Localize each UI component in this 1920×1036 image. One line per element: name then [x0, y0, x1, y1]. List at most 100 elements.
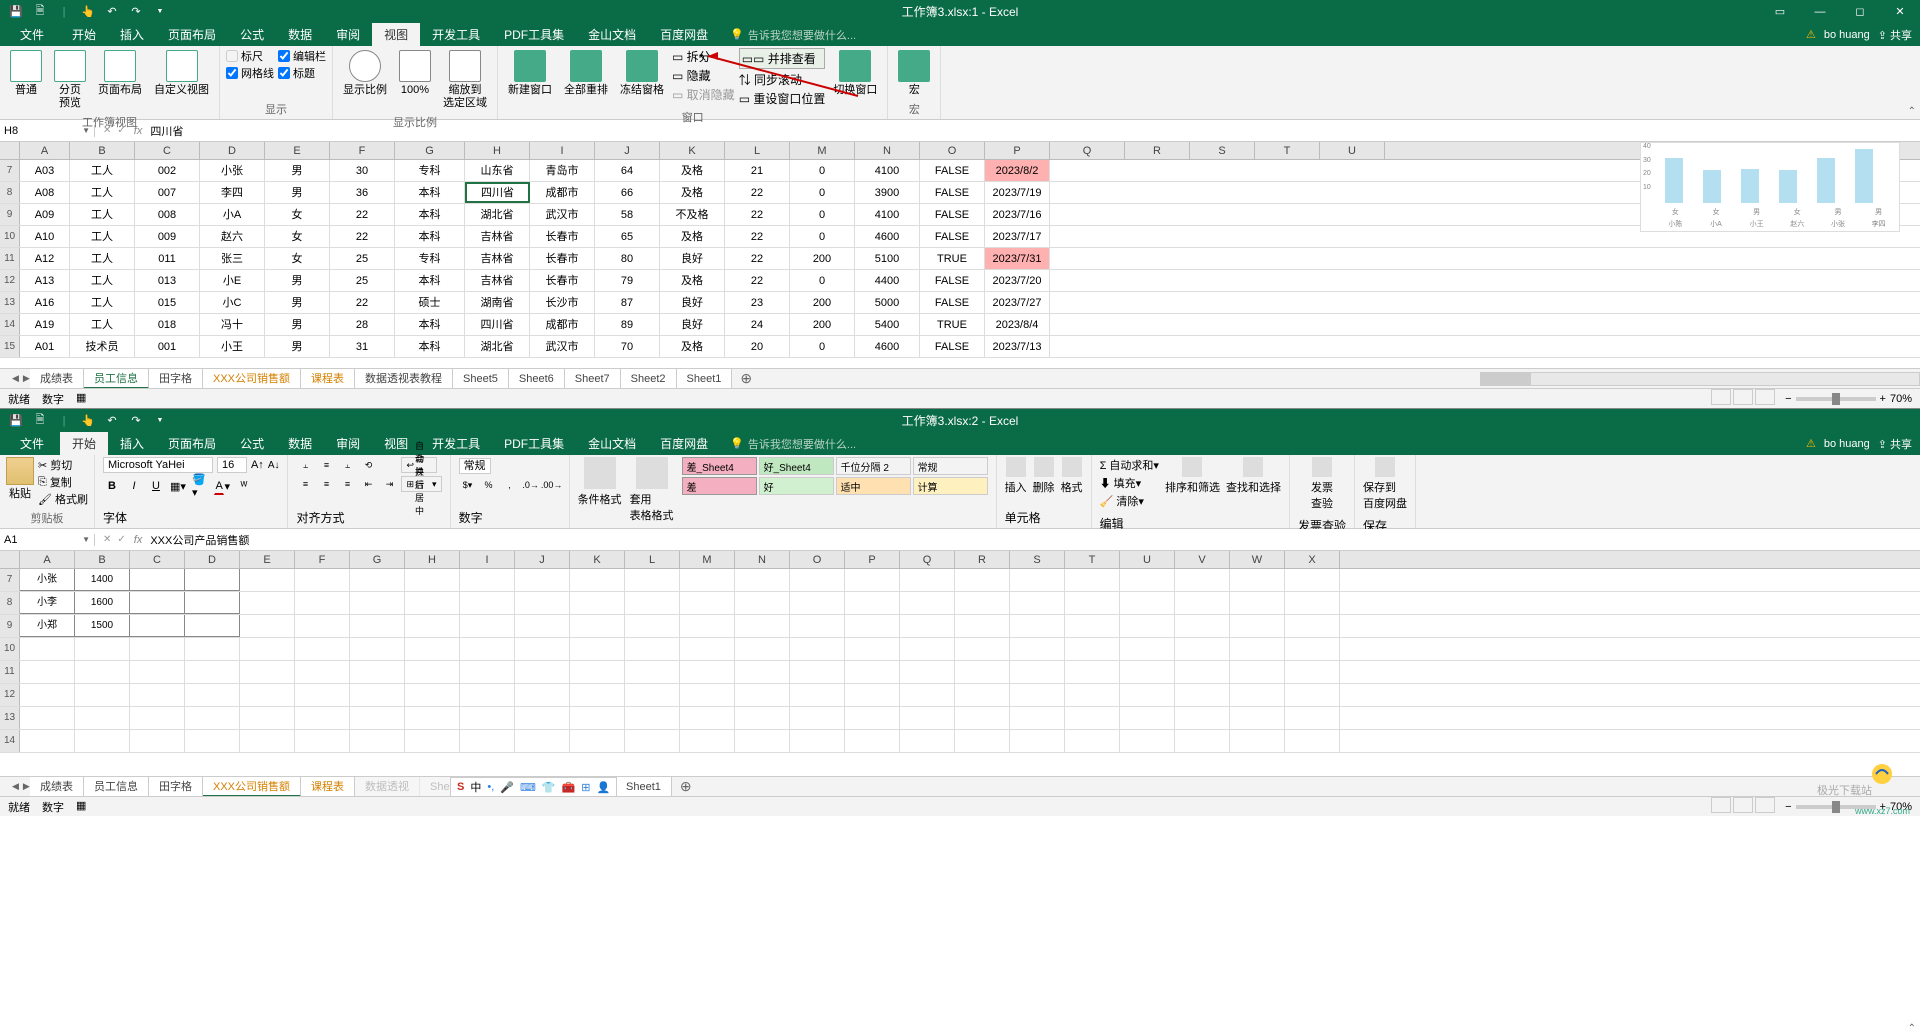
row-header[interactable]: 9: [0, 615, 20, 637]
cell[interactable]: [1120, 569, 1175, 591]
cell[interactable]: [1285, 638, 1340, 660]
sheet-tab[interactable]: Sheet2: [621, 369, 677, 389]
cell[interactable]: [515, 661, 570, 683]
cell[interactable]: 四川省: [465, 314, 530, 335]
btn-new-window[interactable]: 新建窗口: [504, 48, 556, 99]
cell[interactable]: 女: [265, 248, 330, 269]
cell[interactable]: [130, 569, 185, 591]
cell[interactable]: [570, 730, 625, 752]
cell[interactable]: [790, 730, 845, 752]
save-icon[interactable]: 💾: [8, 413, 24, 429]
tab-layout[interactable]: 页面布局: [156, 23, 228, 46]
btn-macros[interactable]: 宏: [894, 48, 934, 99]
cell[interactable]: [350, 707, 405, 729]
cell[interactable]: [240, 684, 295, 706]
col-header[interactable]: H: [405, 551, 460, 568]
btn-custom-view[interactable]: 自定义视图: [150, 48, 213, 99]
cell[interactable]: 武汉市: [530, 204, 595, 225]
ime-mode[interactable]: 中: [470, 779, 481, 795]
col-header[interactable]: J: [515, 551, 570, 568]
cell[interactable]: [460, 730, 515, 752]
cell[interactable]: [955, 638, 1010, 660]
col-header[interactable]: K: [570, 551, 625, 568]
col-header[interactable]: L: [625, 551, 680, 568]
cell[interactable]: [845, 684, 900, 706]
cell[interactable]: [1175, 661, 1230, 683]
cell[interactable]: 长春市: [530, 270, 595, 291]
cell[interactable]: [790, 707, 845, 729]
btn-insert-cells[interactable]: 插入: [1005, 457, 1027, 495]
cell[interactable]: [735, 592, 790, 614]
cell[interactable]: [1065, 730, 1120, 752]
indent-inc-icon[interactable]: ⇥: [380, 476, 398, 492]
cell[interactable]: [75, 684, 130, 706]
cell[interactable]: A13: [20, 270, 70, 291]
merge-center[interactable]: ⊞ 合并后居中▾: [401, 476, 441, 492]
cell[interactable]: [625, 661, 680, 683]
cell[interactable]: TRUE: [920, 314, 985, 335]
user-name[interactable]: bo huang: [1824, 29, 1870, 41]
col-header[interactable]: I: [460, 551, 515, 568]
cell[interactable]: [405, 638, 460, 660]
fx-cancel-icon[interactable]: ✕: [103, 534, 111, 545]
cell[interactable]: [845, 592, 900, 614]
cell[interactable]: 2023/7/16: [985, 204, 1050, 225]
cell[interactable]: A16: [20, 292, 70, 313]
btn-save-baidu[interactable]: 保存到 百度网盘: [1363, 457, 1407, 511]
cell[interactable]: 硕士: [395, 292, 465, 313]
cell[interactable]: FALSE: [920, 182, 985, 203]
cell[interactable]: [625, 684, 680, 706]
cell[interactable]: [900, 684, 955, 706]
cell[interactable]: 001: [135, 336, 200, 357]
cell[interactable]: 0: [790, 226, 855, 247]
undo-icon[interactable]: ↶: [104, 4, 120, 20]
btn-100[interactable]: 100%: [395, 48, 435, 99]
col-header[interactable]: C: [135, 142, 200, 159]
cell[interactable]: 青岛市: [530, 160, 595, 181]
chk-gridlines[interactable]: 网格线: [226, 65, 274, 81]
cell[interactable]: [350, 592, 405, 614]
fx-icon[interactable]: fx: [134, 534, 143, 546]
cell[interactable]: [460, 661, 515, 683]
cell[interactable]: 工人: [70, 248, 135, 269]
cell[interactable]: [405, 684, 460, 706]
col-header[interactable]: L: [725, 142, 790, 159]
col-header[interactable]: P: [985, 142, 1050, 159]
cell[interactable]: 5400: [855, 314, 920, 335]
cell[interactable]: [295, 615, 350, 637]
cell[interactable]: A10: [20, 226, 70, 247]
cell[interactable]: [1120, 661, 1175, 683]
col-header[interactable]: N: [855, 142, 920, 159]
cell[interactable]: [1010, 592, 1065, 614]
font-name-select[interactable]: Microsoft YaHei: [103, 457, 213, 473]
tab-pdf[interactable]: PDF工具集: [492, 432, 576, 455]
cell[interactable]: [790, 592, 845, 614]
sheet-tab[interactable]: Sheet1: [677, 369, 733, 389]
row-header[interactable]: 12: [0, 270, 20, 291]
cell[interactable]: [185, 661, 240, 683]
btn-cut[interactable]: ✂ 剪切: [38, 457, 88, 473]
col-header[interactable]: N: [735, 551, 790, 568]
cell[interactable]: [900, 661, 955, 683]
comma-icon[interactable]: ,: [501, 477, 519, 493]
cell[interactable]: 22: [725, 270, 790, 291]
cell[interactable]: [845, 707, 900, 729]
cell[interactable]: [1010, 684, 1065, 706]
cell[interactable]: [1285, 615, 1340, 637]
cell[interactable]: [790, 615, 845, 637]
btn-paste[interactable]: 粘贴: [6, 457, 34, 510]
cell[interactable]: [1175, 592, 1230, 614]
row-header[interactable]: 14: [0, 314, 20, 335]
cell[interactable]: [295, 592, 350, 614]
cell[interactable]: 30: [330, 160, 395, 181]
cell[interactable]: [735, 730, 790, 752]
col-header[interactable]: U: [1320, 142, 1385, 159]
tab-nav-first-icon[interactable]: ◀: [12, 781, 19, 792]
cell[interactable]: [1285, 684, 1340, 706]
cell[interactable]: 湖南省: [465, 292, 530, 313]
cell[interactable]: 本科: [395, 182, 465, 203]
col-header[interactable]: O: [790, 551, 845, 568]
cell[interactable]: [20, 684, 75, 706]
cell[interactable]: 良好: [660, 248, 725, 269]
cell[interactable]: 2023/7/27: [985, 292, 1050, 313]
